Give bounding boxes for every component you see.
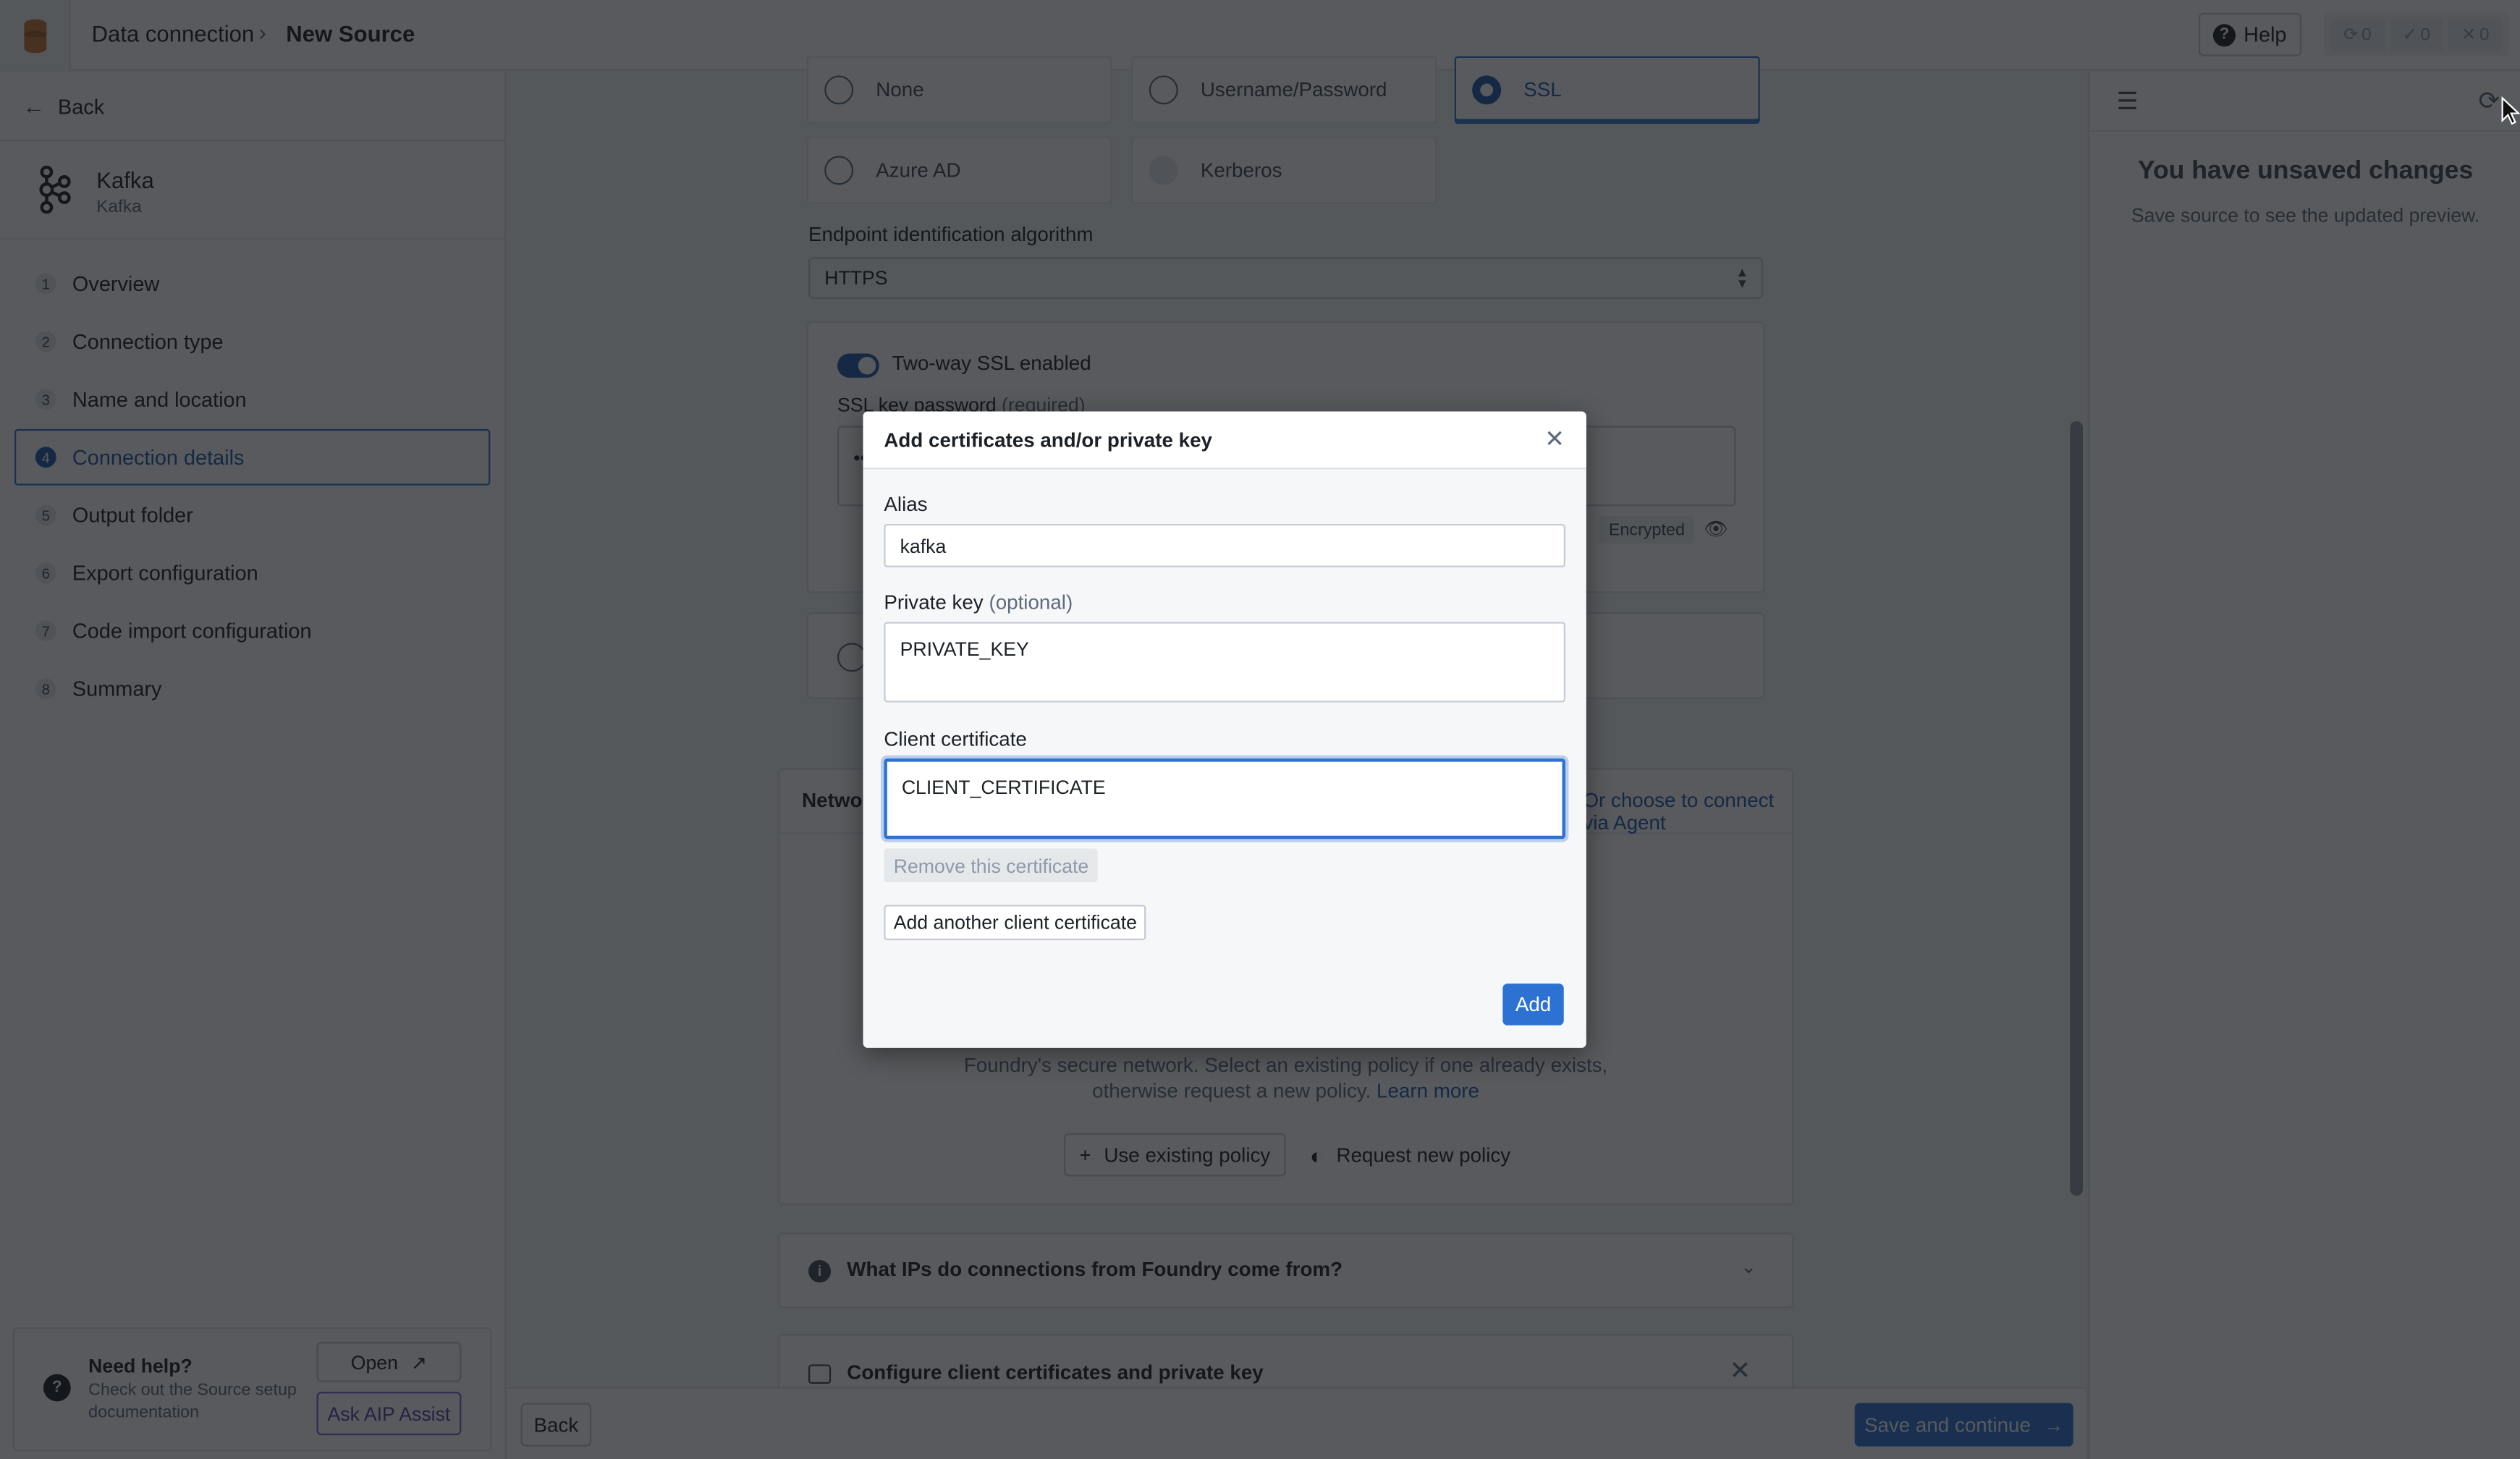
dialog-title: Add certificates and/or private key xyxy=(884,428,1212,452)
private-key-label: Private key (optional) xyxy=(884,591,1073,614)
private-key-input[interactable] xyxy=(884,622,1565,703)
remove-certificate-button[interactable]: Remove this certificate xyxy=(884,848,1099,883)
dialog-header: Add certificates and/or private key ✕ xyxy=(863,411,1586,470)
add-button[interactable]: Add xyxy=(1502,984,1564,1025)
alias-label: Alias xyxy=(884,493,928,516)
private-key-label-text: Private key xyxy=(884,591,984,614)
alias-input[interactable] xyxy=(884,523,1565,567)
add-certificates-dialog: Add certificates and/or private key ✕ Al… xyxy=(863,411,1586,1048)
optional-hint: (optional) xyxy=(989,591,1073,614)
add-another-certificate-button[interactable]: Add another client certificate xyxy=(884,905,1147,941)
close-icon[interactable]: ✕ xyxy=(1544,424,1565,453)
client-certificate-label: Client certificate xyxy=(884,727,1027,751)
client-certificate-input[interactable] xyxy=(884,758,1565,840)
mouse-cursor-icon xyxy=(2501,96,2520,125)
